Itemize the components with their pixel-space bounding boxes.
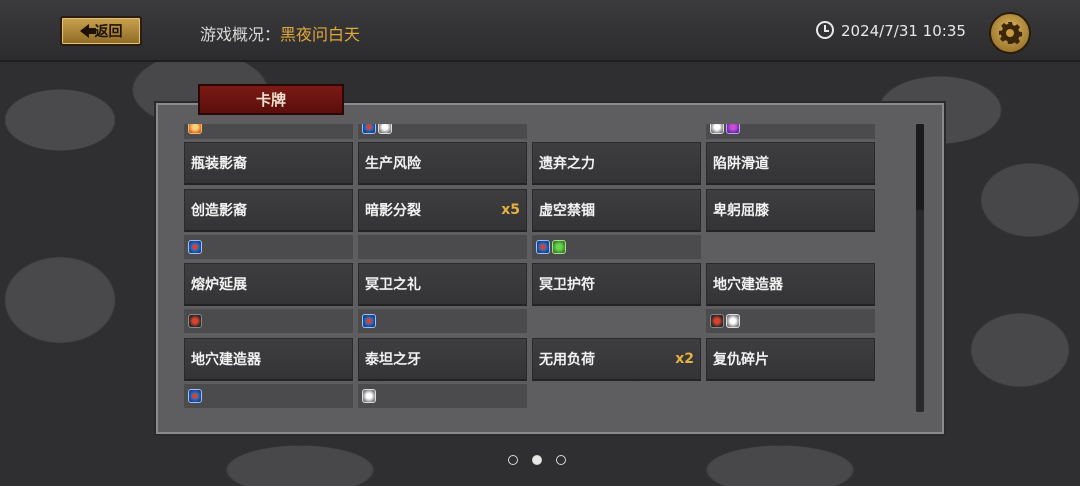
blue-gem-icon bbox=[362, 314, 376, 328]
purple-gem-icon bbox=[726, 124, 740, 134]
card-item[interactable]: 冥卫护符 bbox=[532, 263, 701, 306]
card-name: 暗影分裂 bbox=[365, 203, 421, 219]
card-grid: 瓶装影裔 生产风险 遗弃之力 陷阱滑道创造影裔 暗影分裂 x5 虚空禁锢 卑躬屈膝熔炉延展 冥卫… bbox=[184, 124, 876, 412]
card-name: 冥卫之礼 bbox=[365, 277, 421, 293]
title-value: 黑夜问白天 bbox=[280, 25, 361, 44]
card-name: 瓶装影裔 bbox=[191, 156, 247, 172]
card-name: 陷阱滑道 bbox=[713, 156, 769, 172]
card-item[interactable]: 复仇碎片 bbox=[706, 338, 875, 381]
dark-gem-icon bbox=[710, 314, 724, 328]
card-name: 冥卫护符 bbox=[539, 277, 595, 293]
clock-icon bbox=[816, 21, 834, 39]
back-label: 返回 bbox=[94, 24, 123, 40]
icon-strip bbox=[358, 124, 527, 139]
card-item[interactable]: 地穴建造器 bbox=[706, 263, 875, 306]
icon-strip bbox=[532, 124, 701, 139]
card-name: 复仇碎片 bbox=[713, 352, 769, 368]
icon-strip bbox=[358, 309, 527, 333]
datetime: 2024/7/31 10:35 bbox=[841, 22, 966, 40]
back-button[interactable]: 返回 bbox=[60, 16, 142, 46]
card-item[interactable]: 卑躬屈膝 bbox=[706, 189, 875, 232]
white-gem-icon bbox=[378, 124, 392, 134]
blue-gem-icon bbox=[536, 240, 550, 254]
blue-gem-icon bbox=[362, 124, 376, 134]
card-item[interactable]: 陷阱滑道 bbox=[706, 142, 875, 185]
card-name: 虚空禁锢 bbox=[539, 203, 595, 219]
green-gem-icon bbox=[552, 240, 566, 254]
card-item[interactable]: 创造影裔 bbox=[184, 189, 353, 232]
card-name: 遗弃之力 bbox=[539, 156, 595, 172]
icon-strip bbox=[532, 235, 701, 259]
top-bar: 返回 游戏概况：黑夜问白天 2024/7/31 10:35 bbox=[0, 0, 1080, 62]
card-item[interactable]: 地穴建造器 bbox=[184, 338, 353, 381]
icon-strip bbox=[532, 309, 701, 333]
card-item[interactable]: 瓶装影裔 bbox=[184, 142, 353, 185]
settings-button[interactable] bbox=[989, 12, 1031, 54]
card-name: 生产风险 bbox=[365, 156, 421, 172]
game-overview-title: 游戏概况：黑夜问白天 bbox=[200, 21, 360, 45]
card-item[interactable]: 虚空禁锢 bbox=[532, 189, 701, 232]
card-name: 无用负荷 bbox=[539, 352, 595, 368]
icon-strip bbox=[358, 384, 527, 408]
icon-strip bbox=[706, 309, 875, 333]
page-dot-3[interactable] bbox=[556, 455, 566, 465]
card-item[interactable]: 遗弃之力 bbox=[532, 142, 701, 185]
gear-icon bbox=[999, 22, 1022, 45]
card-count: x5 bbox=[501, 202, 520, 218]
title-label: 游戏概况： bbox=[200, 25, 281, 44]
icon-strip bbox=[184, 309, 353, 333]
blue-gem-icon bbox=[188, 240, 202, 254]
card-name: 熔炉延展 bbox=[191, 277, 247, 293]
back-arrow-icon bbox=[79, 24, 96, 38]
icon-strip bbox=[184, 124, 353, 139]
icon-strip bbox=[706, 124, 875, 139]
card-item[interactable]: 熔炉延展 bbox=[184, 263, 353, 306]
icon-strip bbox=[184, 235, 353, 259]
card-name: 创造影裔 bbox=[191, 203, 247, 219]
page-dot-2[interactable] bbox=[532, 455, 542, 465]
page-dot-1[interactable] bbox=[508, 455, 518, 465]
white-gem-icon bbox=[710, 124, 724, 134]
card-item[interactable]: 暗影分裂 x5 bbox=[358, 189, 527, 232]
icon-strip bbox=[706, 384, 875, 408]
blue-gem-icon bbox=[188, 389, 202, 403]
icon-strip bbox=[184, 384, 353, 408]
card-item[interactable]: 无用负荷 x2 bbox=[532, 338, 701, 381]
orange-gem-icon bbox=[188, 124, 202, 134]
card-count: x2 bbox=[675, 351, 694, 367]
card-item[interactable]: 冥卫之礼 bbox=[358, 263, 527, 306]
dark-gem-icon bbox=[188, 314, 202, 328]
card-item[interactable]: 泰坦之牙 bbox=[358, 338, 527, 381]
card-item[interactable]: 生产风险 bbox=[358, 142, 527, 185]
card-name: 地穴建造器 bbox=[191, 352, 261, 368]
card-name: 地穴建造器 bbox=[713, 277, 783, 293]
icon-strip bbox=[532, 384, 701, 408]
scrollbar[interactable] bbox=[916, 124, 924, 412]
white-gem-icon bbox=[726, 314, 740, 328]
scrollbar-thumb[interactable] bbox=[916, 124, 924, 210]
tab-cards[interactable]: 卡牌 bbox=[198, 84, 344, 115]
card-name: 卑躬屈膝 bbox=[713, 203, 769, 219]
white-gem-icon bbox=[362, 389, 376, 403]
page-indicator bbox=[508, 455, 566, 465]
card-name: 泰坦之牙 bbox=[365, 352, 421, 368]
icon-strip bbox=[358, 235, 527, 259]
icon-strip bbox=[706, 235, 875, 259]
